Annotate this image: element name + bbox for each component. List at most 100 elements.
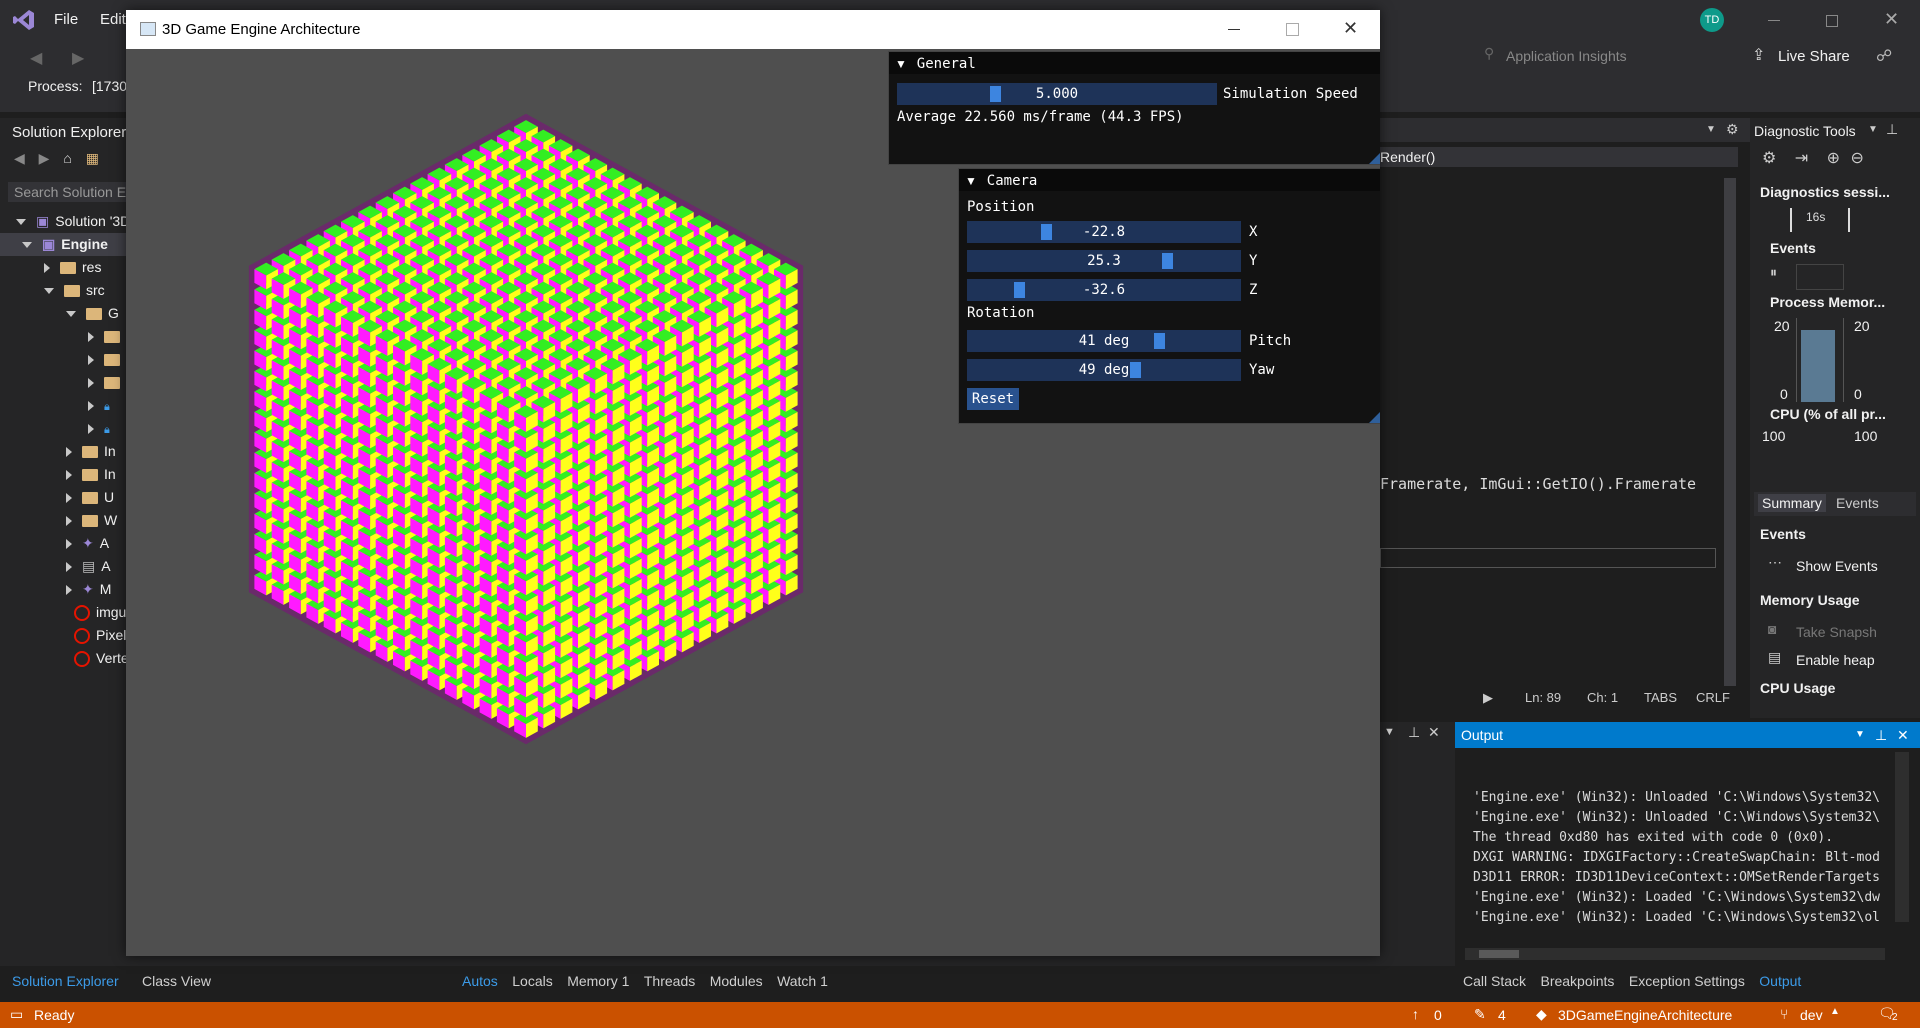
tab-locals[interactable]: Locals bbox=[512, 973, 552, 989]
take-snapshot-button[interactable]: Take Snapsh bbox=[1796, 624, 1877, 640]
process-label: Process: bbox=[28, 78, 83, 94]
maximize-icon[interactable] bbox=[1286, 23, 1299, 36]
zoom-out-icon[interactable]: ⊖ bbox=[1851, 150, 1864, 167]
minimize-icon[interactable] bbox=[1228, 29, 1240, 30]
column-number: Ch: 1 bbox=[1587, 690, 1619, 705]
gear-icon[interactable]: ⚙ bbox=[1726, 121, 1739, 138]
position-x-slider[interactable]: -22.8 bbox=[967, 221, 1241, 243]
imgui-general-titlebar[interactable]: ▼ General bbox=[889, 52, 1380, 74]
minimize-icon[interactable] bbox=[1768, 20, 1780, 21]
close-panel-icon[interactable]: ✕ bbox=[1428, 724, 1440, 741]
dropdown-icon[interactable]: ▼ bbox=[1868, 124, 1878, 135]
zoom-in-icon[interactable]: ⊕ bbox=[1827, 150, 1840, 167]
show-events-button[interactable]: Show Events bbox=[1796, 558, 1878, 574]
resize-grip[interactable] bbox=[1369, 411, 1380, 423]
changes-count[interactable]: 4 bbox=[1498, 1007, 1506, 1023]
chevron-up-icon[interactable]: ▲ bbox=[1830, 1006, 1840, 1017]
branch-name[interactable]: dev bbox=[1800, 1007, 1823, 1023]
user-avatar[interactable]: TD bbox=[1700, 8, 1724, 32]
find-bar[interactable] bbox=[1380, 548, 1716, 568]
push-icon[interactable]: ↑ bbox=[1412, 1006, 1419, 1022]
pin-icon[interactable]: ⊥ bbox=[1875, 722, 1887, 748]
live-share-button[interactable]: Live Share bbox=[1778, 48, 1850, 65]
collapse-arrow-icon[interactable]: ▼ bbox=[965, 174, 977, 188]
tab-class-view[interactable]: Class View bbox=[142, 973, 211, 989]
switch-views-icon[interactable]: ▦ bbox=[86, 150, 99, 166]
feedback-icon[interactable]: ☍ bbox=[1876, 46, 1892, 66]
solution-icon: ▣ bbox=[36, 213, 50, 229]
cpp-file-icon: ✦ bbox=[82, 535, 94, 551]
camera-icon: ◙ bbox=[1768, 621, 1777, 637]
dropdown-icon[interactable]: ▼ bbox=[1855, 722, 1865, 748]
tab-summary[interactable]: Summary bbox=[1758, 494, 1826, 512]
menu-edit[interactable]: Edit bbox=[100, 11, 126, 28]
pause-icon[interactable]: ⏸ bbox=[1770, 264, 1777, 281]
tab-watch-1[interactable]: Watch 1 bbox=[777, 973, 828, 989]
application-insights-button[interactable]: Application Insights bbox=[1506, 48, 1627, 64]
pin-icon[interactable]: ⊥ bbox=[1886, 121, 1898, 138]
resize-grip[interactable] bbox=[1369, 152, 1380, 164]
app-titlebar[interactable]: 3D Game Engine Architecture ✕ bbox=[126, 10, 1380, 49]
imgui-camera-titlebar[interactable]: ▼ Camera bbox=[959, 169, 1380, 191]
output-hscrollbar[interactable] bbox=[1465, 948, 1885, 960]
collapse-arrow-icon[interactable]: ▼ bbox=[895, 57, 907, 71]
home-icon[interactable]: ⌂ bbox=[63, 150, 71, 166]
process-memory-section[interactable]: Process Memor... bbox=[1770, 294, 1885, 310]
scroll-thumb[interactable] bbox=[1479, 950, 1519, 958]
tab-threads[interactable]: Threads bbox=[644, 973, 695, 989]
forward-icon[interactable]: ▶ bbox=[72, 48, 84, 68]
tab-modules[interactable]: Modules bbox=[710, 973, 763, 989]
tab-exception-settings[interactable]: Exception Settings bbox=[1629, 973, 1745, 989]
position-z-slider[interactable]: -32.6 bbox=[967, 279, 1241, 301]
back-icon[interactable]: ◀ bbox=[30, 48, 42, 68]
pencil-icon[interactable]: ✎ bbox=[1474, 1006, 1486, 1023]
tab-call-stack[interactable]: Call Stack bbox=[1463, 973, 1526, 989]
position-y-slider[interactable]: 25.3 bbox=[967, 250, 1241, 272]
export-icon[interactable]: ⇥ bbox=[1795, 150, 1808, 167]
output-line: 'Engine.exe' (Win32): Loaded 'C:\Windows… bbox=[1473, 910, 1880, 925]
enable-heap-button[interactable]: Enable heap bbox=[1796, 652, 1875, 668]
diagnostic-tools-title: Diagnostic Tools bbox=[1754, 123, 1856, 139]
tab-events[interactable]: Events bbox=[1836, 495, 1879, 511]
settings-icon[interactable]: ⚙ bbox=[1762, 150, 1776, 167]
close-icon[interactable]: ✕ bbox=[1884, 9, 1899, 30]
pitch-slider[interactable]: 41 deg bbox=[967, 330, 1241, 352]
folder-icon bbox=[82, 469, 98, 482]
repo-icon[interactable]: ◆ bbox=[1536, 1006, 1547, 1023]
forward-icon[interactable]: ▶ bbox=[39, 150, 50, 166]
tab-output[interactable]: Output bbox=[1759, 973, 1801, 989]
pin-icon[interactable]: ⊥ bbox=[1408, 724, 1420, 741]
events-section[interactable]: Events bbox=[1770, 240, 1816, 256]
back-icon[interactable]: ◀ bbox=[14, 150, 25, 166]
cpu-section[interactable]: CPU (% of all pr... bbox=[1770, 406, 1886, 422]
tab-solution-explorer[interactable]: Solution Explorer bbox=[12, 973, 119, 989]
yaw-value: 49 deg bbox=[1078, 362, 1130, 378]
render-viewport[interactable]: ▼ General 5.000 Simulation Speed Average… bbox=[126, 49, 1380, 956]
process-combo[interactable]: [1730 bbox=[92, 78, 127, 94]
dropdown-icon[interactable]: ▼ bbox=[1384, 726, 1395, 738]
reset-button[interactable]: Reset bbox=[967, 388, 1019, 410]
vs-logo-icon[interactable] bbox=[12, 8, 36, 32]
yaw-slider[interactable]: 49 deg bbox=[967, 359, 1241, 381]
code-editor[interactable]: ▼ ⚙ Render() Framerate, ImGui::GetIO().F… bbox=[1380, 118, 1750, 718]
dropdown-icon[interactable]: ▼ bbox=[1706, 124, 1716, 135]
editor-scrollbar[interactable] bbox=[1724, 178, 1736, 686]
close-icon[interactable]: ✕ bbox=[1897, 722, 1909, 748]
unpushed-count[interactable]: 0 bbox=[1434, 1007, 1442, 1023]
tab-autos[interactable]: Autos bbox=[462, 973, 498, 989]
branch-icon[interactable]: ⑂ bbox=[1780, 1006, 1788, 1022]
status-bar: ▭ Ready ↑ 0 ✎ 4 ◆ 3DGameEngineArchitectu… bbox=[0, 1002, 1920, 1028]
scroll-right-icon[interactable]: ▶ bbox=[1483, 690, 1493, 706]
output-vscrollbar[interactable] bbox=[1895, 752, 1909, 922]
restore-icon[interactable] bbox=[1826, 15, 1838, 27]
notifications-count[interactable]: 2 bbox=[1892, 1012, 1898, 1023]
simulation-speed-slider[interactable]: 5.000 bbox=[897, 83, 1217, 105]
close-icon[interactable]: ✕ bbox=[1343, 18, 1358, 39]
debug-tabs: Autos Locals Memory 1 Threads Modules Wa… bbox=[462, 973, 828, 991]
tab-breakpoints[interactable]: Breakpoints bbox=[1540, 973, 1614, 989]
output-title: Output bbox=[1461, 727, 1504, 743]
tab-memory-1[interactable]: Memory 1 bbox=[567, 973, 629, 989]
repo-name[interactable]: 3DGameEngineArchitecture bbox=[1558, 1007, 1732, 1023]
member-combo[interactable]: Render() bbox=[1380, 147, 1738, 167]
menu-file[interactable]: File bbox=[54, 11, 78, 28]
